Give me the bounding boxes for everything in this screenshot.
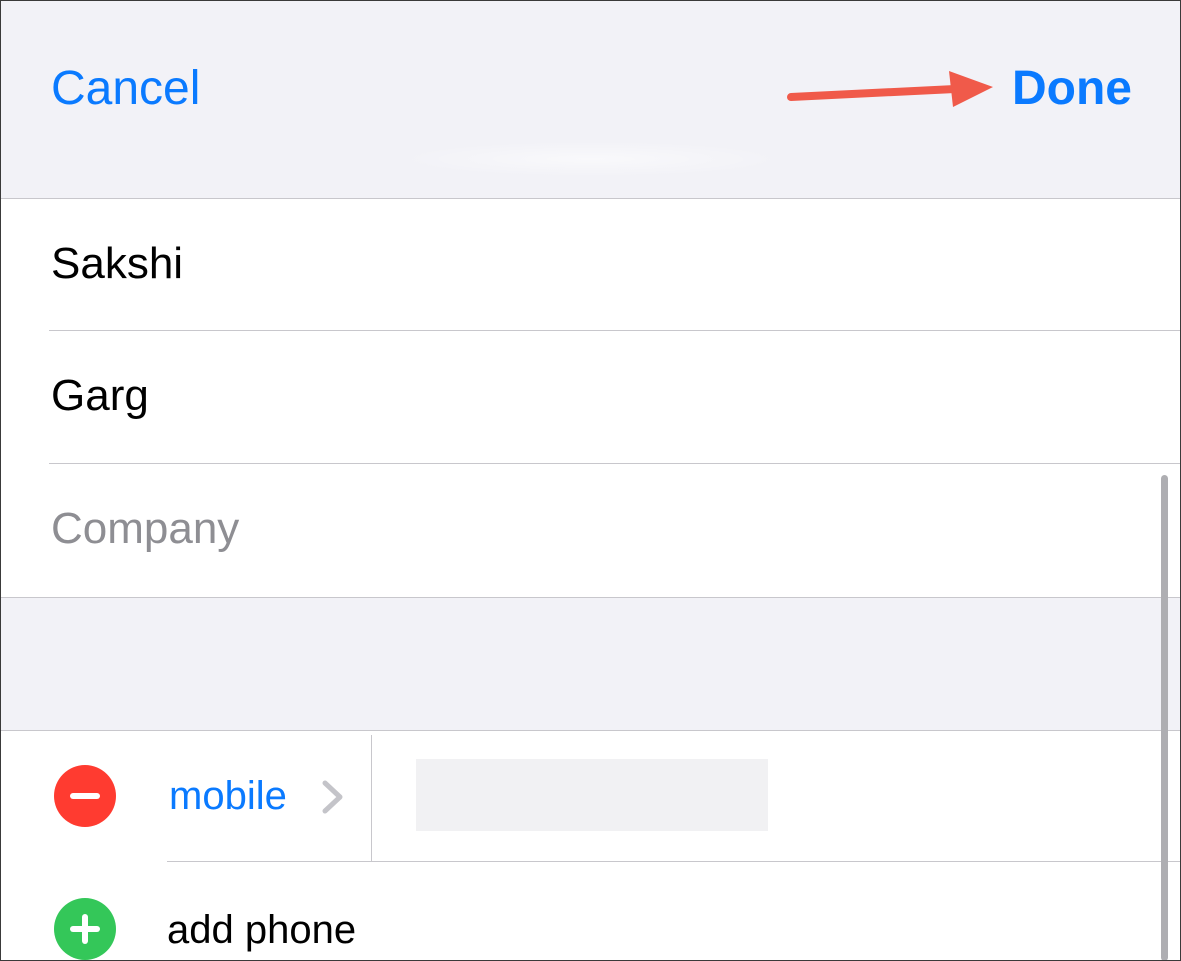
minus-circle-icon[interactable] [54, 765, 116, 827]
last-name-row [1, 331, 1180, 463]
add-phone-label: add phone [167, 908, 357, 952]
annotation-arrow-icon [787, 71, 993, 107]
company-row [1, 464, 1180, 596]
done-button[interactable]: Done [1012, 59, 1132, 119]
chevron-right-icon[interactable] [320, 779, 346, 815]
cancel-button[interactable]: Cancel [51, 59, 200, 119]
divider [167, 861, 1180, 862]
phone-number-field[interactable] [416, 759, 768, 831]
nav-blur-artifact [396, 141, 786, 177]
label-divider [371, 735, 372, 861]
plus-circle-icon[interactable] [54, 898, 116, 960]
phone-row: mobile [1, 731, 1180, 861]
navigation-bar: Cancel Done [1, 1, 1180, 199]
add-phone-row[interactable]: add phone [1, 898, 1180, 960]
last-name-field[interactable] [51, 365, 1111, 427]
edit-contact-screen: Cancel Done mobile add phone [0, 0, 1181, 961]
section-spacer [1, 597, 1180, 731]
first-name-field[interactable] [51, 233, 1111, 295]
phone-label-button[interactable]: mobile [169, 771, 287, 821]
company-field[interactable] [51, 498, 1111, 560]
scrollbar[interactable] [1161, 475, 1168, 960]
first-name-row [1, 199, 1180, 331]
